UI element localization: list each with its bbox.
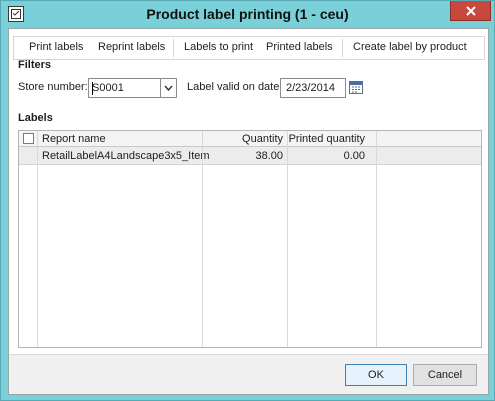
- grid-column-divider: [202, 131, 203, 347]
- store-number-value: S0001: [92, 82, 124, 94]
- text-cursor: [92, 82, 93, 95]
- cancel-button[interactable]: Cancel: [413, 364, 477, 386]
- store-dropdown-button[interactable]: [160, 79, 176, 97]
- create-label-by-product-button[interactable]: Create label by product: [353, 41, 467, 53]
- labels-section-title: Labels: [18, 112, 53, 124]
- store-number-label: Store number:: [18, 81, 88, 93]
- close-icon: [465, 5, 476, 16]
- label-valid-date-label: Label valid on date:: [187, 81, 283, 93]
- chevron-down-icon: [164, 85, 173, 91]
- toolbar-separator: [173, 39, 174, 57]
- calendar-icon[interactable]: [349, 81, 363, 94]
- close-button[interactable]: [450, 1, 491, 21]
- column-header-report-name[interactable]: Report name: [42, 133, 106, 145]
- print-labels-button[interactable]: Print labels: [29, 41, 83, 53]
- label-valid-date-field[interactable]: 2/23/2014: [280, 78, 346, 98]
- label-valid-date-value: 2/23/2014: [286, 82, 335, 94]
- labels-to-print-button[interactable]: Labels to print: [184, 41, 253, 53]
- select-all-checkbox[interactable]: [23, 133, 34, 144]
- grid-header: Report name Quantity Printed quantity: [19, 131, 481, 147]
- dialog-client-area: Print labels Reprint labels Labels to pr…: [8, 28, 489, 395]
- filters-section-title: Filters: [18, 59, 52, 71]
- grid-column-divider: [37, 131, 38, 347]
- title-bar[interactable]: Product label printing (1 - ceu): [1, 1, 494, 28]
- printed-labels-button[interactable]: Printed labels: [266, 41, 333, 53]
- table-row[interactable]: RetailLabelA4Landscape3x5_Item 38.00 0.0…: [19, 147, 481, 165]
- toolbar-separator: [342, 39, 343, 57]
- grid-column-divider: [287, 131, 288, 347]
- action-toolbar: Print labels Reprint labels Labels to pr…: [13, 36, 485, 60]
- grid-column-divider: [376, 131, 377, 347]
- ok-button[interactable]: OK: [345, 364, 407, 386]
- labels-grid: Report name Quantity Printed quantity Re…: [18, 130, 482, 348]
- store-number-combobox[interactable]: S0001: [88, 78, 177, 98]
- reprint-labels-button[interactable]: Reprint labels: [98, 41, 165, 53]
- dialog-title: Product label printing (1 - ceu): [146, 6, 349, 22]
- dialog-window: Product label printing (1 - ceu) Print l…: [0, 0, 495, 401]
- printed-quantity-cell: 0.00: [343, 150, 365, 162]
- dialog-footer: OK Cancel: [9, 354, 488, 394]
- column-header-printed-quantity[interactable]: Printed quantity: [287, 133, 365, 145]
- column-header-quantity[interactable]: Quantity: [205, 133, 283, 145]
- report-name-cell: RetailLabelA4Landscape3x5_Item: [42, 150, 210, 162]
- quantity-cell: 38.00: [255, 150, 283, 162]
